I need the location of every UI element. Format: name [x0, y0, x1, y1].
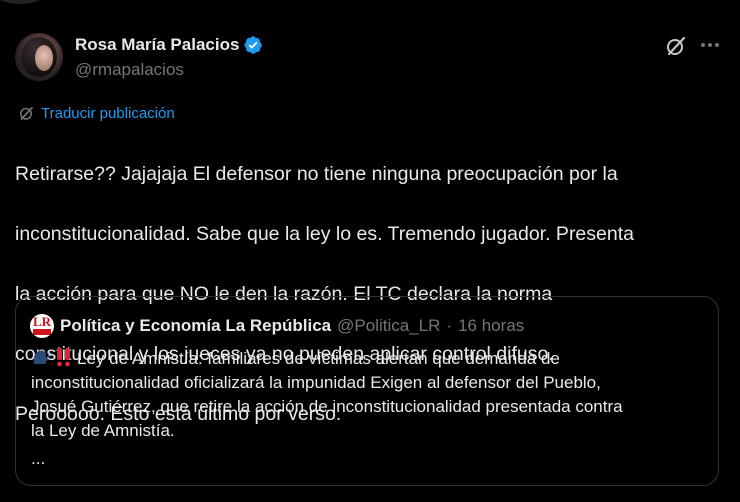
quoted-ellipsis: ... [31, 449, 46, 468]
quoted-line-text: Ley de Amnistía: familiares de víctimas … [77, 349, 560, 368]
quoted-tweet-header: LR Política y Economía La República @Pol… [30, 314, 524, 338]
quoted-line: Ley de Amnistía: familiares de víctimas … [31, 347, 711, 371]
author-block[interactable]: Rosa María Palacios @rmapalacios [75, 35, 263, 80]
speaking-head-icon [33, 350, 51, 364]
double-exclamation-icon [57, 348, 70, 367]
grok-icon[interactable] [664, 34, 688, 58]
quoted-timestamp[interactable]: 16 horas [458, 316, 524, 336]
translate-link[interactable]: Traducir publicación [17, 104, 175, 122]
translate-icon [20, 106, 33, 120]
tweet-line: inconstitucionalidad. Sabe que la ley lo… [15, 223, 634, 245]
quoted-tweet-card[interactable]: LR Política y Economía La República @Pol… [15, 296, 719, 486]
quoted-avatar-bar [33, 329, 51, 335]
translate-label[interactable]: Traducir publicación [41, 105, 175, 122]
author-avatar[interactable] [15, 33, 63, 81]
quoted-separator: · [446, 316, 453, 335]
author-name-row[interactable]: Rosa María Palacios [75, 35, 263, 55]
verified-badge-icon[interactable] [243, 35, 263, 55]
author-handle[interactable]: @rmapalacios [75, 60, 263, 80]
tweet-line: Retirarse?? Jajajaja El defensor no tien… [15, 163, 618, 185]
avatar-face [35, 45, 53, 71]
quoted-line: inconstitucionalidad oficializará la imp… [31, 373, 601, 392]
quoted-avatar-logo: LR [32, 314, 52, 329]
quoted-tweet-text: Ley de Amnistía: familiares de víctimas … [31, 347, 711, 471]
quoted-line: la Ley de Amnistía. [31, 421, 175, 440]
previous-tweet-edge [0, 0, 50, 4]
quoted-author-handle[interactable]: @Politica_LR [337, 316, 440, 336]
quoted-line: Josué Gutiérrez, que retire la acción de… [31, 397, 623, 416]
more-options-icon[interactable] [699, 33, 721, 57]
quoted-author-name[interactable]: Política y Economía La República [60, 316, 331, 336]
author-name[interactable]: Rosa María Palacios [75, 35, 239, 55]
quoted-author-avatar[interactable]: LR [30, 314, 54, 338]
